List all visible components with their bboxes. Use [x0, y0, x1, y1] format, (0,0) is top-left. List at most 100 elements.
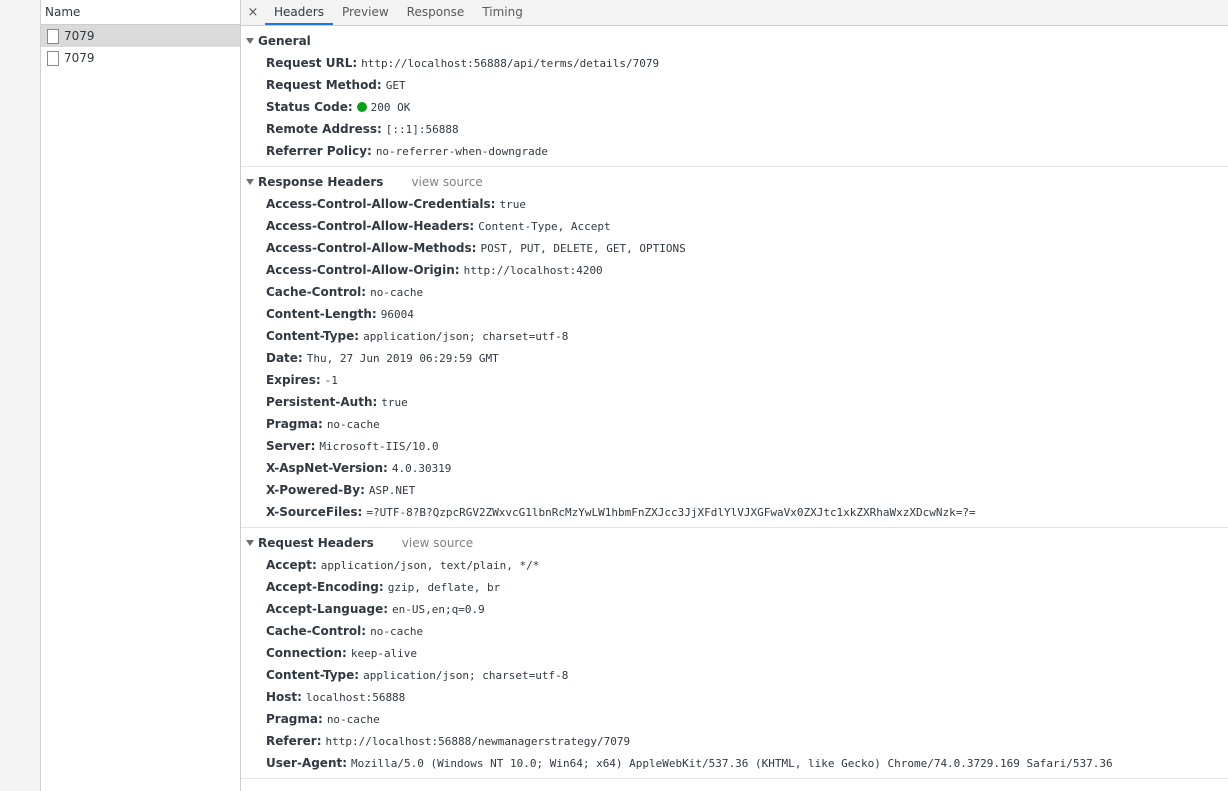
document-icon [47, 28, 59, 44]
header-key: Cache-Control: [266, 285, 367, 299]
header-key: X-Powered-By: [266, 483, 365, 497]
header-key: Expires: [266, 373, 321, 387]
header-key: Access-Control-Allow-Methods: [266, 241, 477, 255]
header-row: Request URL: http://localhost:56888/api/t… [241, 52, 1228, 74]
header-key: Pragma: [266, 417, 323, 431]
header-row: Cache-Control: no-cache [241, 620, 1228, 642]
header-value: true [499, 198, 526, 211]
header-key: Accept-Language: [266, 602, 389, 616]
general-section-toggle[interactable]: General [241, 30, 1228, 52]
header-key: Referer: [266, 734, 322, 748]
name-column-header[interactable]: Name [41, 0, 240, 25]
header-key: Connection: [266, 646, 347, 660]
header-key: Accept: [266, 558, 317, 572]
request-row[interactable]: 7079 [41, 25, 240, 47]
request-headers-section: Request Headers view source Accept: appli… [241, 532, 1228, 779]
header-row: User-Agent: Mozilla/5.0 (Windows NT 10.0;… [241, 752, 1228, 774]
header-value: gzip, deflate, br [387, 581, 501, 594]
tab-response[interactable]: Response [398, 0, 474, 25]
header-row: X-AspNet-Version: 4.0.30319 [241, 457, 1228, 479]
header-row: Cache-Control: no-cache [241, 281, 1228, 303]
section-title: General [258, 34, 311, 48]
tab-headers[interactable]: Headers [265, 0, 333, 25]
response-headers-toggle[interactable]: Response Headers view source [241, 171, 1228, 193]
expand-triangle-icon [246, 179, 254, 185]
header-row: Status Code: 200 OK [241, 96, 1228, 118]
view-source-link[interactable]: view source [402, 532, 473, 554]
general-section: General Request URL: http://localhost:568… [241, 30, 1228, 167]
header-value: application/json; charset=utf-8 [363, 330, 569, 343]
header-key: User-Agent: [266, 756, 348, 770]
header-value: http://localhost:4200 [463, 264, 603, 277]
header-key: Access-Control-Allow-Headers: [266, 219, 475, 233]
header-row: Remote Address: [::1]:56888 [241, 118, 1228, 140]
header-value: application/json; charset=utf-8 [363, 669, 569, 682]
header-value: keep-alive [350, 647, 418, 660]
request-details-panel: × Headers Preview Response Timing Genera… [241, 0, 1228, 791]
document-icon [47, 50, 59, 66]
header-key: Host: [266, 690, 302, 704]
section-title: Response Headers [258, 175, 384, 189]
expand-triangle-icon [246, 38, 254, 44]
header-row: Content-Type: application/json; charset=u… [241, 325, 1228, 347]
header-key: Content-Length: [266, 307, 377, 321]
header-value: http://localhost:56888/newmanagerstrateg… [325, 735, 631, 748]
header-value: ASP.NET [368, 484, 416, 497]
header-key: Access-Control-Allow-Credentials: [266, 197, 496, 211]
request-row[interactable]: 7079 [41, 47, 240, 69]
header-value: Thu, 27 Jun 2019 06:29:59 GMT [306, 352, 499, 365]
header-value: GET [385, 79, 406, 92]
header-key: Remote Address: [266, 122, 382, 136]
status-ok-icon [356, 102, 367, 112]
header-value: -1 [324, 374, 338, 387]
header-key: Request Method: [266, 78, 382, 92]
header-key: X-AspNet-Version: [266, 461, 388, 475]
header-key: Persistent-Auth: [266, 395, 378, 409]
header-row: Content-Type: application/json; charset=u… [241, 664, 1228, 686]
request-name: 7079 [64, 51, 95, 65]
header-row: Referer: http://localhost:56888/newmanage… [241, 730, 1228, 752]
details-tab-bar: × Headers Preview Response Timing [241, 0, 1228, 26]
header-value: Content-Type, Accept [478, 220, 611, 233]
close-icon[interactable]: × [241, 0, 265, 25]
header-key: Content-Type: [266, 329, 360, 343]
header-row: Connection: keep-alive [241, 642, 1228, 664]
header-value: Microsoft-IIS/10.0 [319, 440, 439, 453]
header-key: Accept-Encoding: [266, 580, 384, 594]
header-value: en-US,en;q=0.9 [392, 603, 485, 616]
response-headers-section: Response Headers view source Access-Cont… [241, 171, 1228, 528]
tab-preview[interactable]: Preview [333, 0, 398, 25]
header-value: POST, PUT, DELETE, GET, OPTIONS [480, 242, 686, 255]
header-row: Content-Length: 96004 [241, 303, 1228, 325]
header-row: Request Method: GET [241, 74, 1228, 96]
header-row: Server: Microsoft-IIS/10.0 [241, 435, 1228, 457]
header-row: Access-Control-Allow-Origin: http://local… [241, 259, 1228, 281]
request-headers-toggle[interactable]: Request Headers view source [241, 532, 1228, 554]
section-title: Request Headers [258, 536, 374, 550]
header-value: =?UTF-8?B?QzpcRGV2ZWxvcG1lbnRcMzYwLW1hbm… [366, 506, 976, 519]
header-value: no-cache [370, 625, 424, 638]
header-row: Expires: -1 [241, 369, 1228, 391]
tab-timing[interactable]: Timing [473, 0, 532, 25]
header-key: X-SourceFiles: [266, 505, 363, 519]
header-row: Accept-Language: en-US,en;q=0.9 [241, 598, 1228, 620]
header-value: Mozilla/5.0 (Windows NT 10.0; Win64; x64… [351, 757, 1113, 770]
header-row: Date: Thu, 27 Jun 2019 06:29:59 GMT [241, 347, 1228, 369]
header-value: [::1]:56888 [385, 123, 459, 136]
header-key: Pragma: [266, 712, 323, 726]
request-name: 7079 [64, 29, 95, 43]
header-value: no-referrer-when-downgrade [375, 145, 548, 158]
header-row: Access-Control-Allow-Credentials: true [241, 193, 1228, 215]
header-value: 200 OK [370, 101, 411, 114]
header-key: Content-Type: [266, 668, 360, 682]
header-value: localhost:56888 [305, 691, 406, 704]
header-row: X-SourceFiles: =?UTF-8?B?QzpcRGV2ZWxvcG1l… [241, 501, 1228, 523]
header-row: Pragma: no-cache [241, 413, 1228, 435]
view-source-link[interactable]: view source [411, 171, 482, 193]
header-row: X-Powered-By: ASP.NET [241, 479, 1228, 501]
expand-triangle-icon [246, 540, 254, 546]
header-value: http://localhost:56888/api/terms/details… [361, 57, 660, 70]
header-row: Referrer Policy: no-referrer-when-downgra… [241, 140, 1228, 162]
header-key: Server: [266, 439, 316, 453]
header-value: application/json, text/plain, */* [320, 559, 540, 572]
